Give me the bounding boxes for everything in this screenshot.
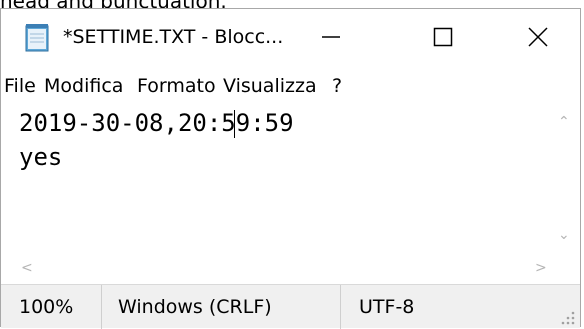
- status-zoom: 100%: [19, 296, 74, 318]
- menu-visualizza[interactable]: Visualizza: [223, 75, 317, 97]
- status-encoding: UTF-8: [359, 296, 415, 318]
- menu-bar: File Modifica Formato Visualizza ?: [1, 75, 580, 101]
- editor-line-2: yes: [19, 143, 63, 171]
- scroll-right-icon[interactable]: >: [535, 260, 547, 276]
- minimize-icon: [322, 36, 340, 38]
- scroll-down-icon[interactable]: ⌄: [558, 227, 570, 243]
- status-divider: [101, 285, 102, 329]
- window-title: *SETTIME.TXT - Blocc...: [63, 26, 284, 48]
- horizontal-scrollbar[interactable]: < >: [1, 254, 580, 284]
- status-line-ending: Windows (CRLF): [118, 296, 272, 318]
- scroll-left-icon[interactable]: <: [21, 260, 33, 276]
- maximize-icon: [433, 27, 453, 47]
- close-icon: [528, 27, 548, 47]
- menu-help[interactable]: ?: [332, 75, 342, 97]
- title-bar[interactable]: *SETTIME.TXT - Blocc...: [1, 9, 580, 65]
- vertical-scrollbar[interactable]: ⌃ ⌄: [549, 103, 580, 254]
- text-caret: [234, 110, 235, 138]
- resize-grip-icon[interactable]: [557, 307, 577, 327]
- menu-modifica[interactable]: Modifica: [44, 75, 123, 97]
- editor-line-1: 2019-30-08,20:59:59: [19, 109, 294, 137]
- text-editor[interactable]: 2019-30-08,20:59:59 yes: [1, 103, 549, 254]
- status-divider: [340, 285, 341, 329]
- menu-file[interactable]: File: [4, 75, 36, 97]
- minimize-button[interactable]: [301, 9, 361, 65]
- scroll-up-icon[interactable]: ⌃: [558, 114, 570, 130]
- close-button[interactable]: [508, 9, 568, 65]
- menu-formato[interactable]: Formato: [137, 75, 216, 97]
- maximize-button[interactable]: [413, 9, 473, 65]
- notepad-icon: [25, 24, 49, 52]
- notepad-window: *SETTIME.TXT - Blocc... File Modifica Fo…: [0, 8, 581, 329]
- status-bar: 100% Windows (CRLF) UTF-8: [1, 284, 580, 329]
